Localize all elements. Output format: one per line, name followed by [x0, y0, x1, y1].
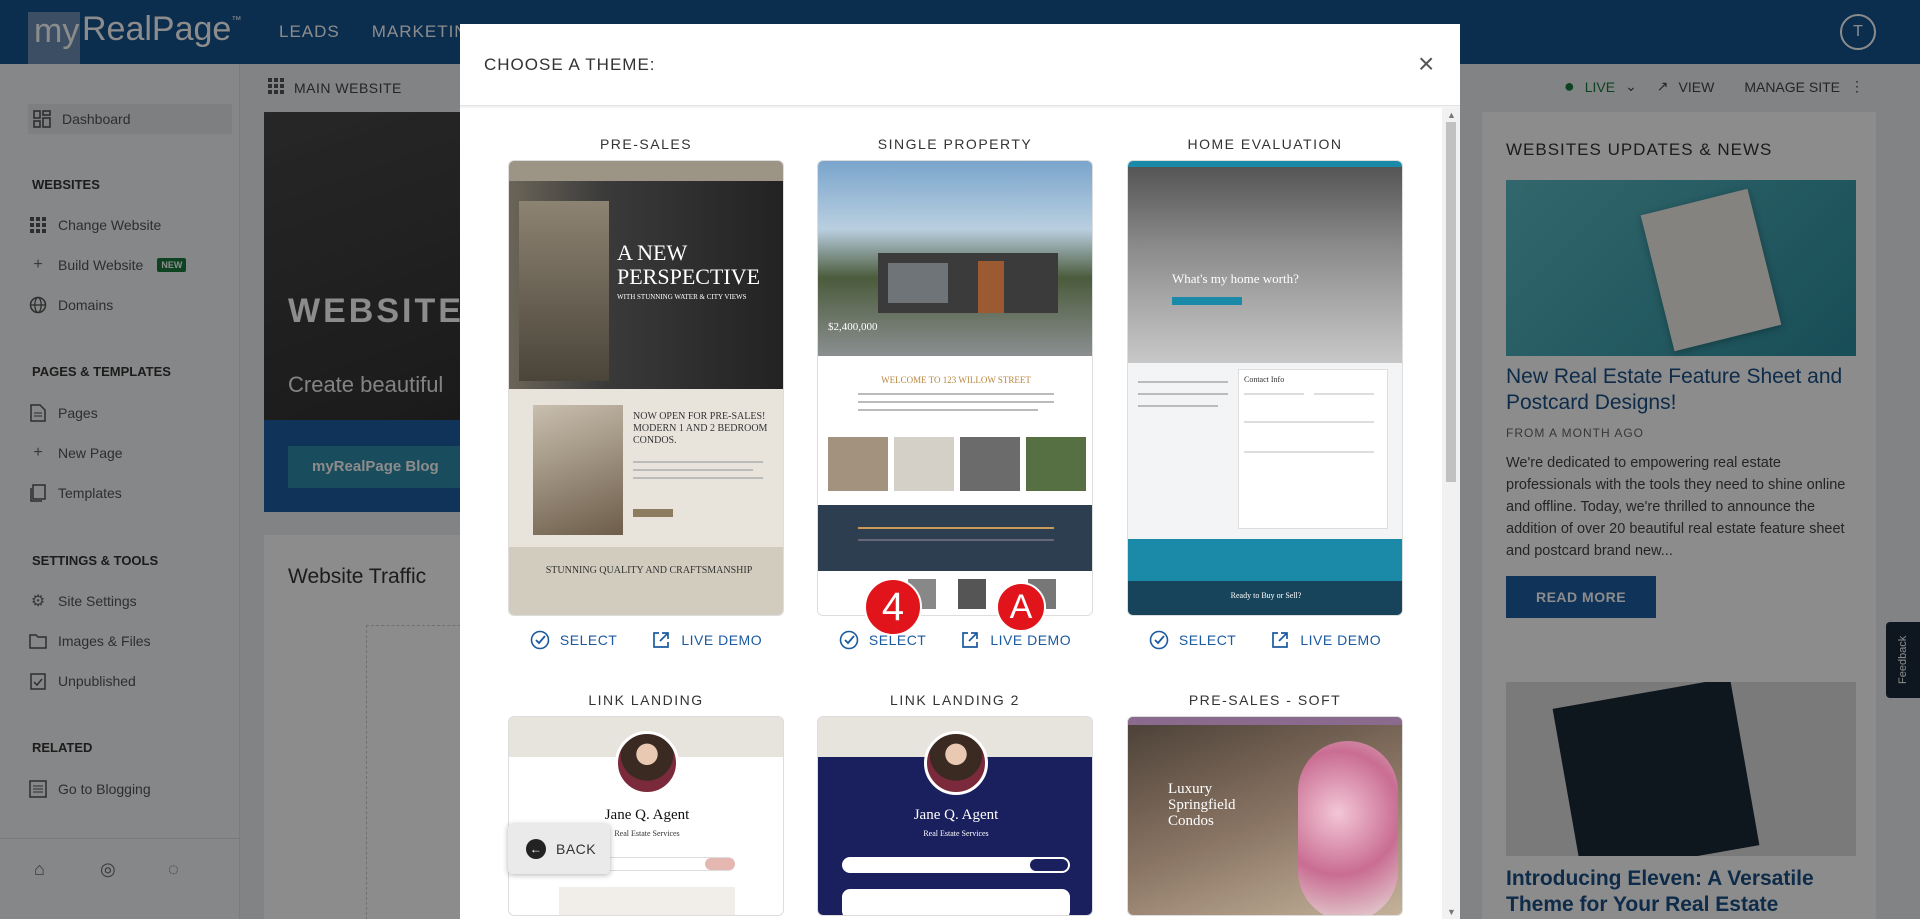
live-demo-button[interactable]: LIVE DEMO [1270, 630, 1381, 650]
select-label: SELECT [1178, 632, 1237, 648]
theme-thumbnail[interactable]: Jane Q. Agent Real Estate Services [508, 716, 784, 916]
arrow-left-icon: ← [526, 839, 546, 859]
live-demo-button[interactable]: LIVE DEMO [651, 630, 762, 650]
theme-thumbnail[interactable]: $2,400,000 WELCOME TO 123 WILLOW STREET [817, 160, 1093, 616]
modal-title: CHOOSE A THEME: [484, 55, 656, 74]
live-demo-button[interactable]: LIVE DEMO [960, 630, 1071, 650]
scroll-down-icon[interactable]: ▼ [1447, 907, 1456, 917]
choose-theme-modal: CHOOSE A THEME: × PRE-SALES A NEW PERSPE… [460, 24, 1460, 919]
select-label: SELECT [559, 632, 618, 648]
theme-thumbnail[interactable]: Jane Q. Agent Real Estate Services [817, 716, 1093, 916]
modal-scrollbar[interactable]: ▲ ▼ [1442, 108, 1460, 919]
scroll-up-icon[interactable]: ▲ [1447, 110, 1456, 120]
check-circle-icon [530, 630, 550, 650]
demo-label: LIVE DEMO [990, 632, 1072, 648]
close-icon[interactable]: × [1418, 50, 1434, 78]
thumb-question: What's my home worth? [1172, 271, 1299, 286]
theme-name: PRE-SALES [599, 136, 693, 152]
theme-name: PRE-SALES - SOFT [1188, 692, 1342, 708]
theme-name: SINGLE PROPERTY [877, 136, 1033, 152]
thumb-bottom: Ready to Buy or Sell? [1230, 591, 1302, 600]
select-theme-button[interactable]: SELECT [530, 630, 617, 650]
step-marker-4: 4 [864, 578, 922, 636]
demo-label: LIVE DEMO [1300, 632, 1382, 648]
check-circle-icon [839, 630, 859, 650]
theme-name: HOME EVALUATION [1187, 136, 1343, 152]
thumb-welcome: WELCOME TO 123 WILLOW STREET [881, 375, 1031, 385]
theme-grid: PRE-SALES A NEW PERSPECTIVE WITH STUNNIN… [460, 108, 1442, 919]
back-label: BACK [556, 841, 597, 857]
scroll-thumb[interactable] [1446, 122, 1456, 482]
theme-actions: SELECT LIVE DEMO [817, 630, 1093, 650]
theme-actions: SELECT LIVE DEMO [508, 630, 784, 650]
thumb-price: $2,400,000 [828, 321, 878, 333]
theme-name: LINK LANDING 2 [890, 692, 1020, 708]
theme-thumbnail[interactable]: Luxury Springfield Condos [1127, 716, 1403, 916]
select-theme-button[interactable]: SELECT [1149, 630, 1236, 650]
demo-label: LIVE DEMO [681, 632, 763, 648]
thumb-headline: A NEW PERSPECTIVE [617, 240, 761, 289]
thumb-footer: STUNNING QUALITY AND CRAFTSMANSHIP [545, 565, 753, 576]
theme-actions: SELECT LIVE DEMO [1127, 630, 1403, 650]
external-link-icon [1272, 632, 1289, 648]
thumb-open: NOW OPEN FOR PRE-SALES! MODERN 1 AND 2 B… [633, 411, 768, 446]
external-link-icon [962, 632, 979, 648]
thumb-form-title: Contact Info [1244, 375, 1285, 384]
thumb-agent-sub: Real Estate Services [923, 829, 989, 838]
back-button[interactable]: ← BACK [508, 824, 610, 874]
theme-name: LINK LANDING [588, 692, 704, 708]
step-marker-a: A [996, 582, 1046, 632]
thumb-condos: Luxury Springfield Condos [1168, 781, 1236, 829]
theme-thumbnail[interactable]: A NEW PERSPECTIVE WITH STUNNING WATER & … [508, 160, 784, 616]
theme-thumbnail[interactable]: What's my home worth? Contact Info Ready… [1127, 160, 1403, 616]
thumb-agent-name: Jane Q. Agent [913, 807, 999, 823]
thumb-agent-name: Jane Q. Agent [604, 807, 690, 823]
modal-header: CHOOSE A THEME: × [460, 24, 1460, 106]
thumb-sub: WITH STUNNING WATER & CITY VIEWS [617, 293, 747, 301]
external-link-icon [653, 632, 670, 648]
check-circle-icon [1149, 630, 1169, 650]
